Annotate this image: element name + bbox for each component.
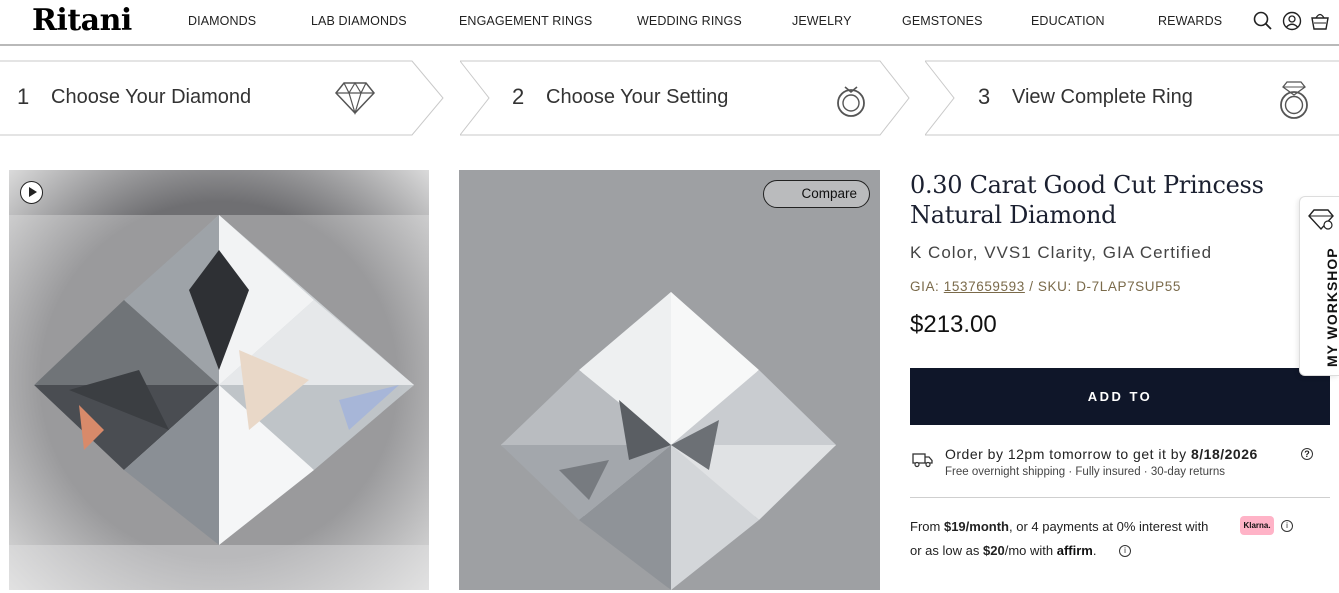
search-icon[interactable]: [1252, 10, 1274, 32]
complete-ring-icon: [1280, 81, 1308, 119]
step-label: Choose Your Setting: [546, 86, 729, 108]
affirm-dot: .: [1092, 543, 1097, 558]
cart-icon[interactable]: [1309, 10, 1331, 32]
image-vignette: [9, 170, 429, 590]
nav-engagement-rings[interactable]: ENGAGEMENT RINGS: [459, 14, 592, 28]
klarna-logo: Klarna.: [1240, 516, 1274, 535]
affirm-amount: $20: [983, 543, 1005, 558]
klarna-from: From: [910, 519, 941, 534]
product-price: $213.00: [910, 311, 997, 338]
gia-label: GIA:: [910, 279, 940, 294]
nav-diamonds[interactable]: DIAMONDS: [188, 14, 256, 28]
sku-text: / SKU: D-7LAP7SUP55: [1029, 279, 1181, 294]
diamond-top-view-image[interactable]: [459, 170, 880, 590]
compare-button[interactable]: Compare: [763, 180, 870, 208]
step-view-complete-ring[interactable]: 3 View Complete Ring: [925, 60, 1339, 136]
affirm-financing: or as low as $20/mo with affirm.: [910, 543, 1096, 558]
klarna-info-icon[interactable]: i: [1281, 520, 1293, 532]
shipping-benefits: Free overnight shipping · Fully insured …: [945, 466, 1225, 478]
site-header: Ritani DIAMONDS LAB DIAMONDS ENGAGEMENT …: [0, 0, 1339, 46]
play-icon[interactable]: [20, 181, 43, 204]
build-steps: 1 Choose Your Diamond 2 Choose Your Sett…: [0, 60, 1339, 136]
affirm-mid: /mo with: [1004, 543, 1054, 558]
diamond-icon: [335, 81, 375, 116]
nav-lab-diamonds[interactable]: LAB DIAMONDS: [311, 14, 407, 28]
delivery-date: 8/18/2026: [1190, 446, 1258, 462]
nav-gemstones[interactable]: GEMSTONES: [902, 14, 983, 28]
step-label: View Complete Ring: [1012, 86, 1193, 108]
gia-report-link[interactable]: 1537659593: [944, 279, 1025, 294]
step-choose-diamond[interactable]: 1 Choose Your Diamond: [0, 60, 445, 136]
delivery-estimate: Order by 12pm tomorrow to get it by 8/18…: [945, 446, 1258, 462]
affirm-info-icon[interactable]: i: [1119, 545, 1131, 557]
ring-setting-icon: [837, 86, 865, 117]
nav-rewards[interactable]: REWARDS: [1158, 14, 1222, 28]
klarna-amount: $19/month: [943, 519, 1009, 534]
affirm-prefix: or as low as: [910, 543, 980, 558]
nav-wedding-rings[interactable]: WEDDING RINGS: [637, 14, 742, 28]
ritani-logo[interactable]: Ritani: [32, 3, 132, 38]
product-subtitle: K Color, VVS1 Clarity, GIA Certified: [910, 243, 1213, 262]
step-number: 3: [978, 84, 991, 109]
affirm-logo: affirm: [1056, 543, 1093, 558]
step-choose-setting[interactable]: 2 Choose Your Setting: [460, 60, 912, 136]
help-icon[interactable]: ?: [1301, 448, 1313, 460]
workshop-diamond-icon: [1308, 209, 1334, 231]
add-to-button[interactable]: ADD TO: [910, 368, 1330, 425]
step-number: 1: [17, 84, 30, 109]
step-label: Choose Your Diamond: [51, 86, 252, 108]
klarna-financing: From $19/month, or 4 payments at 0% inte…: [910, 519, 1208, 534]
gia-sku-line: GIA: 1537659593 / SKU: D-7LAP7SUP55: [910, 279, 1181, 294]
diamond-top-graphic: [501, 292, 836, 590]
product-title: 0.30 Carat Good Cut Princess Natural Dia…: [910, 171, 1264, 229]
account-icon[interactable]: [1281, 10, 1303, 32]
delivery-prefix: Order by 12pm tomorrow to get it by: [945, 446, 1187, 462]
step-number: 2: [512, 84, 525, 109]
truck-icon: [912, 453, 933, 468]
section-divider: [910, 497, 1330, 498]
my-workshop-tab[interactable]: MY WORKSHOP: [1299, 196, 1339, 376]
nav-education[interactable]: EDUCATION: [1031, 14, 1105, 28]
klarna-rest: , or 4 payments at 0% interest with: [1008, 519, 1209, 534]
nav-jewelry[interactable]: JEWELRY: [792, 14, 852, 28]
my-workshop-label: MY WORKSHOP: [1324, 247, 1339, 367]
diamond-video-image[interactable]: [9, 170, 429, 590]
